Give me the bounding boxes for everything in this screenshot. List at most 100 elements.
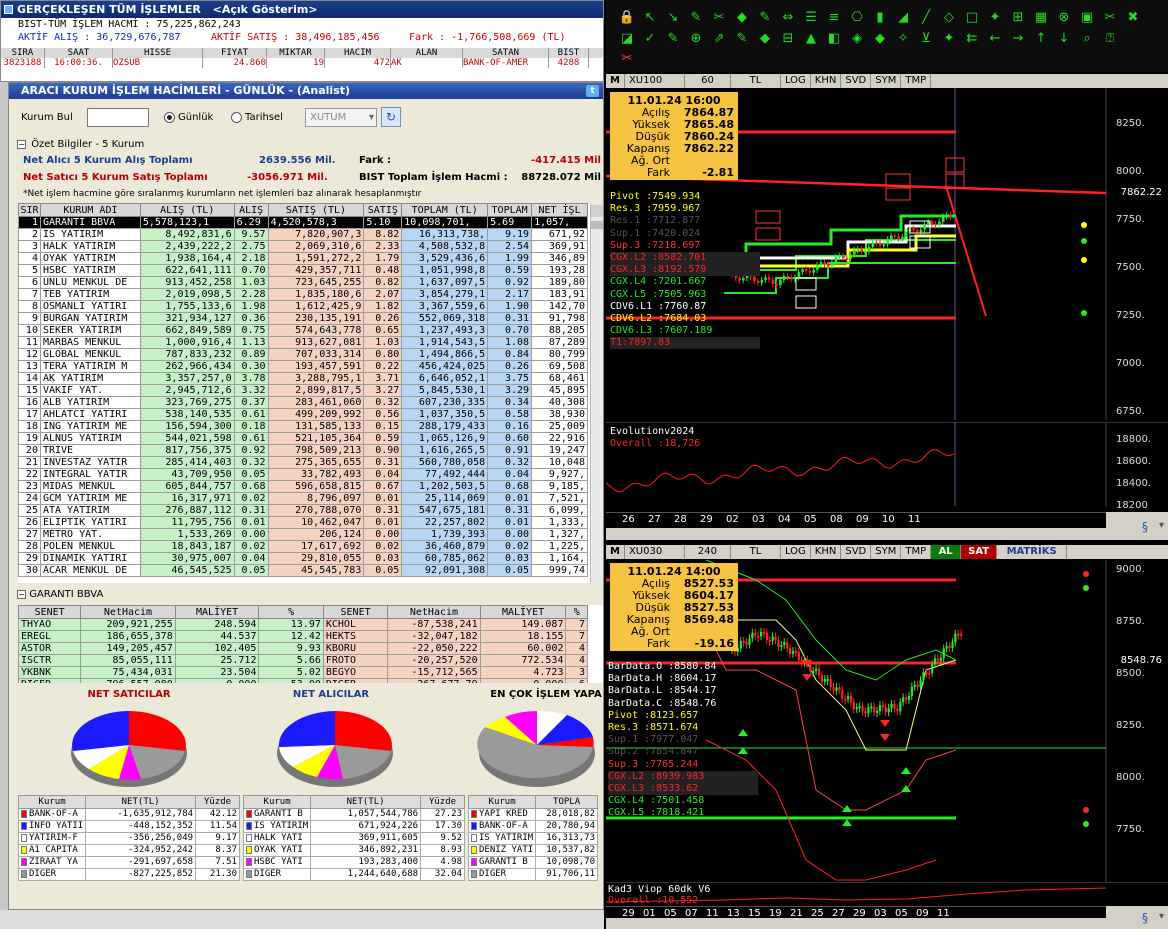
link-icon[interactable]: § [1142, 520, 1148, 534]
toolbar-tool-icon[interactable]: ▲ [802, 30, 820, 47]
tab-log[interactable]: LOG [781, 74, 811, 88]
col-header[interactable]: SIR [18, 203, 41, 217]
table-row[interactable]: 26 ELIPTIK YATIRI 11,795,756 0.01 10,462,047… [18, 516, 588, 529]
chart1-symbol[interactable]: XU100 [625, 74, 685, 88]
gunluk-radio[interactable] [164, 112, 175, 123]
table-row[interactable]: HSBC YATI 193,283,400 4.98 [242, 856, 465, 869]
toolbar-tool-icon[interactable]: ✖ [1124, 9, 1142, 26]
scroll-up-arrow-icon[interactable] [591, 205, 603, 217]
tarihsel-radio[interactable] [231, 112, 242, 123]
toolbar-tool-icon[interactable]: ✧ [894, 30, 912, 47]
ozet-header[interactable]: − Özet Bilgiler - 5 Kurum [17, 139, 603, 151]
garanti-header[interactable]: − GARANTI BBVA [17, 589, 603, 605]
col-alan[interactable]: ALAN [391, 48, 463, 58]
toolbar-tool-icon[interactable]: ▦ [1032, 9, 1050, 26]
toolbar-tool-icon[interactable]: ◢ [894, 9, 912, 26]
chart2-scroll[interactable] [606, 918, 1106, 929]
table-row[interactable]: A1 CAPITA -324,952,242 8.37 [17, 844, 240, 857]
toolbar-tool-icon[interactable]: ⇇ [963, 30, 981, 47]
table-row[interactable]: 20 TRIVE 817,756,375 0.92 798,509,213 0.90 1,6… [18, 444, 588, 457]
table-row[interactable]: 2 IS YATIRIM 8,492,831,6 9.57 7,820,907,3 8.8… [18, 228, 588, 241]
toolbar-tool-icon[interactable]: ⊕ [687, 30, 705, 47]
chart2-period[interactable]: 240 [685, 545, 731, 559]
toolbar-tool-icon[interactable]: ▣ [1078, 9, 1096, 26]
table-row[interactable]: 28 POLEN MENKUL 18,843,187 0.02 17,617,692 0.… [18, 540, 588, 553]
col-header[interactable]: KURUM ADI [39, 203, 141, 217]
collapse-icon[interactable]: − [17, 140, 26, 149]
col-header[interactable]: % [258, 605, 324, 619]
table-row[interactable]: 24 GCM YATIRIM ME 16,317,971 0.02 8,796,097 0… [18, 492, 588, 505]
table-row[interactable]: 9 BURGAN YATIRIM 321,934,127 0.36 230,135,19… [18, 312, 588, 325]
chevron-down-icon[interactable]: ▾ [1159, 520, 1164, 531]
table-row[interactable]: 10 SEKER YATIRIM 662,849,589 0.75 574,643,77… [18, 324, 588, 337]
table-row[interactable]: DİGER 91,706,11 [467, 868, 598, 881]
col-header[interactable]: ALIŞ (TL) [139, 203, 235, 217]
toolbar-tool-icon[interactable]: □ [963, 9, 981, 26]
tab-sym[interactable]: SYM [871, 74, 902, 88]
col-header[interactable]: ALIŞ [233, 203, 269, 217]
tab-svd[interactable]: SVD [841, 74, 872, 88]
refresh-icon[interactable]: ↻ [381, 107, 401, 127]
toolbar-tool-icon[interactable]: ◆ [733, 9, 751, 26]
toolbar-tool-icon[interactable]: ◇ [940, 9, 958, 26]
chart2-currency[interactable]: TL [731, 545, 781, 559]
col-header[interactable]: NET İŞL [531, 203, 588, 217]
chevron-down-icon[interactable]: ▾ [1159, 911, 1164, 922]
toolbar-tool-icon[interactable]: ⌕ [1078, 30, 1096, 47]
col-hacim[interactable]: HACİM [325, 48, 391, 58]
table-row[interactable]: GARANTI B 1,057,544,786 27.23 [242, 808, 465, 821]
tab-tmp[interactable]: TMP [901, 74, 932, 88]
table-row[interactable]: 1 GARANTI BBVA 5,578,123,1 6.29 4,520,578,3 5… [18, 216, 588, 229]
toolbar-tool-icon[interactable]: ⊟ [779, 30, 797, 47]
table-row[interactable]: 29 DINAMIK YATIRI 30,975,007 0.04 29,810,055… [18, 552, 588, 565]
table-row[interactable]: ISCTR 85,055,111 25.712 5.66 FROTO -20,257,52… [18, 654, 588, 667]
table-row[interactable]: 5 HSBC YATIRIM 622,641,111 0.70 429,357,711 0… [18, 264, 588, 277]
col-header[interactable]: NetHacim [387, 605, 481, 619]
table-row[interactable]: 11 MARBAS MENKUL 1,000,916,4 1.13 913,627,08… [18, 336, 588, 349]
toolbar-tool-icon[interactable]: ⇗ [710, 30, 728, 47]
toolbar-tool-icon[interactable]: → [1009, 30, 1027, 47]
table-row[interactable]: YKBNK 75,434,031 23.504 5.02 BEGYO -15,712,56… [18, 666, 588, 679]
link-icon[interactable]: § [1142, 911, 1148, 925]
gerceklesen-titlebar[interactable]: GERÇEKLEŞEN TÜM İŞLEMLER <Açık Gösterim> [1, 1, 603, 18]
toolbar-tool-icon[interactable]: ✎ [664, 30, 682, 47]
toolbar-tool-icon[interactable]: ✂ [710, 9, 728, 26]
col-saat[interactable]: SAAT [45, 48, 113, 58]
table-row[interactable]: DİGER 1,244,640,688 32.04 [242, 868, 465, 881]
toolbar-tool-icon[interactable]: ✦ [986, 9, 1004, 26]
tab-tmp[interactable]: TMP [901, 545, 932, 559]
table-row[interactable]: DENIZ YATI 10,537,82 [467, 844, 598, 857]
table-row[interactable]: 12 GLOBAL MENKUL 787,833,232 0.89 707,033,31… [18, 348, 588, 361]
toolbar-tool-icon[interactable]: ↖ [641, 9, 659, 26]
table-row[interactable]: IS YATIRIM 16,313,73 [467, 832, 598, 845]
toolbar-tool-icon[interactable]: ≡ [825, 9, 843, 26]
tab-khn[interactable]: KHN [811, 74, 842, 88]
toolbar-tool-icon[interactable]: ▮ [871, 9, 889, 26]
toolbar-tool-icon[interactable]: ╱ [917, 9, 935, 26]
toolbar-tool-icon[interactable]: ⇔ [779, 9, 797, 26]
col-miktar[interactable]: MİKTAR [267, 48, 325, 58]
table-row[interactable]: 13 TERA YATIRIM M 262,966,434 0.30 193,457,5… [18, 360, 588, 373]
table-row[interactable]: EREGL 186,655,378 44.537 12.42 HEKTS -32,047,… [18, 630, 588, 643]
toolbar-tool-icon[interactable]: ← [986, 30, 1004, 47]
table-row[interactable]: YAPI KRED 28,018,82 [467, 808, 598, 821]
toolbar-tool-icon[interactable]: ↓ [1055, 30, 1073, 47]
col-satan[interactable]: SATAN [463, 48, 549, 58]
col-header[interactable]: TOPLAM (TL) [401, 203, 489, 217]
toolbar-tool-icon[interactable]: ⊞ [1009, 9, 1027, 26]
col-header[interactable]: TOPLAM [487, 203, 533, 217]
col-header[interactable]: SATIŞ [363, 203, 403, 217]
toolbar-tool-icon[interactable]: ⊗ [1055, 9, 1073, 26]
twitter-icon[interactable]: t [586, 85, 599, 97]
table-row[interactable]: 14 AK YATIRIM 3,357,257,0 3.78 3,288,795,1 3.… [18, 372, 588, 385]
table-row[interactable]: 3 HALK YATIRIM 2,439,222,2 2.75 2,069,310,6 2… [18, 240, 588, 253]
chart1-scroll[interactable] [606, 528, 1106, 540]
table-row[interactable]: GARANTI B 10,098,70 [467, 856, 598, 869]
table-row[interactable]: BANK-OF-A -1,635,912,784 42.12 [17, 808, 240, 821]
chart2-symbol[interactable]: XU030 [625, 545, 685, 559]
index-select[interactable]: XUTUM ▾ [305, 108, 377, 127]
table-row[interactable]: ASTOR 149,205,457 102.405 9.93 KBORU -22,050,… [18, 642, 588, 655]
toolbar-tool-icon[interactable]: ◆ [871, 30, 889, 47]
chart1-period[interactable]: 60 [685, 74, 731, 88]
scroll-thumb[interactable] [591, 221, 603, 229]
